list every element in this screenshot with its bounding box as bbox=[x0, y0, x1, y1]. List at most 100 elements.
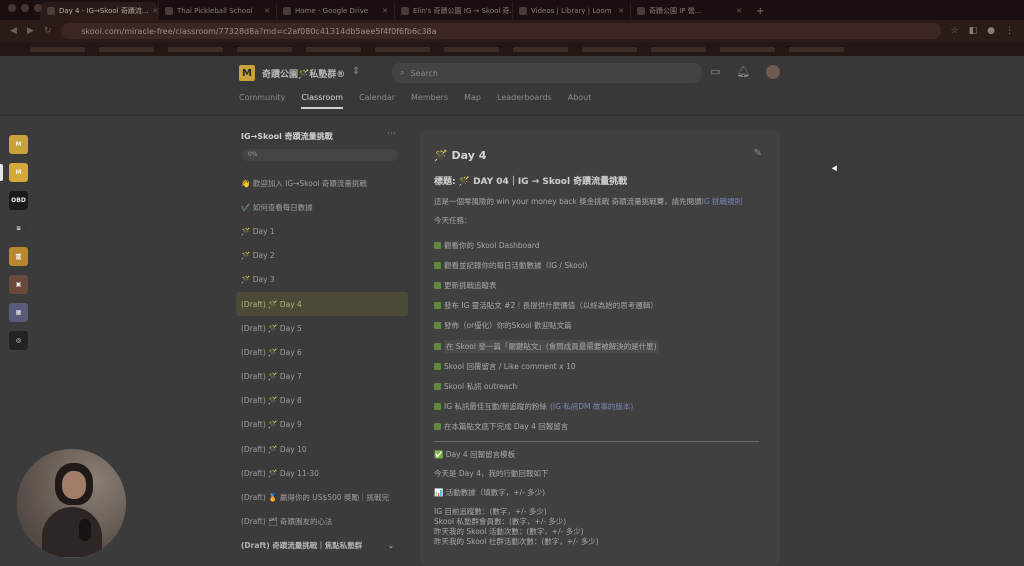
browser-tab-2[interactable]: Home - Google Drive ✕ bbox=[276, 2, 394, 20]
bell-icon[interactable]: 🔔︎ bbox=[736, 65, 750, 78]
group-name[interactable]: 奇蹟公園🪄私塾群® bbox=[262, 67, 345, 80]
lesson-label: (Draft) 🪄 Day 9 bbox=[241, 420, 302, 430]
bookmark-item[interactable] bbox=[582, 46, 637, 52]
lesson-label: (Draft) 🪄 Day 7 bbox=[241, 372, 302, 382]
lesson-item[interactable]: (Draft) 🪄 Day 9 bbox=[236, 413, 408, 437]
lesson-label: (Draft) 🪄 Day 5 bbox=[241, 323, 302, 333]
group-logo[interactable]: M bbox=[239, 65, 255, 81]
lesson-item[interactable]: (Draft) 🪄 Day 10 bbox=[236, 437, 408, 461]
bookmark-item[interactable] bbox=[99, 46, 154, 52]
back-icon[interactable]: ◀ bbox=[10, 26, 17, 36]
close-icon[interactable]: ✕ bbox=[382, 7, 388, 15]
browser-tab-5[interactable]: 奇蹟公園 IP 營... ✕ bbox=[630, 2, 748, 20]
window-controls[interactable] bbox=[8, 4, 42, 12]
task-item: 更新挑戰追蹤表 bbox=[434, 275, 764, 295]
lesson-label: 🪄 Day 2 bbox=[241, 251, 275, 261]
star-icon[interactable]: ☆ bbox=[951, 26, 959, 36]
lesson-item[interactable]: (Draft) 🗂 奇蹟園友的心法 bbox=[236, 510, 408, 534]
bookmark-item[interactable] bbox=[513, 46, 568, 52]
tab-calendar[interactable]: Calendar bbox=[359, 93, 395, 109]
edit-icon[interactable]: ✎ bbox=[754, 148, 762, 159]
tab-members[interactable]: Members bbox=[411, 93, 448, 109]
task-link[interactable]: (IG 私訊DM 故事的版本) bbox=[550, 401, 633, 412]
lesson-item[interactable]: (Draft) 🪄 Day 11-30 bbox=[236, 461, 408, 485]
activity-line: 昨天我的 Skool 活動次數：(數字，+/- 多少) bbox=[434, 526, 584, 536]
lesson-heading: 標題: 🪄 DAY 04｜IG → Skool 奇蹟流量挑戰 bbox=[434, 177, 628, 187]
menu-icon[interactable]: ⋮ bbox=[1005, 26, 1014, 36]
bookmark-item[interactable] bbox=[168, 46, 223, 52]
group-rail-item[interactable]: M bbox=[9, 163, 28, 182]
lesson-item[interactable]: 🪄 Day 1 bbox=[236, 219, 408, 243]
lesson-item[interactable]: (Draft) 🪄 Day 6 bbox=[236, 340, 408, 364]
site-header: M 奇蹟公園🪄私塾群® ⇕ ⌕ Search ▭ 🔔︎ Community Cla… bbox=[0, 56, 1024, 116]
more-icon[interactable]: ⋯ bbox=[387, 129, 396, 139]
browser-tab-1[interactable]: Thai Pickleball School ✕ bbox=[158, 2, 276, 20]
bookmark-item[interactable] bbox=[306, 46, 361, 52]
lesson-item[interactable]: (Draft) 🏅 贏得你的 US$500 獎勵｜挑戰完 bbox=[236, 485, 408, 509]
bookmark-item[interactable] bbox=[375, 46, 430, 52]
lesson-item[interactable]: (Draft) 🪄 Day 7 bbox=[236, 365, 408, 389]
browser-tab-3[interactable]: Elin's 奇蹟公園 IG → Skool 奇...✕ bbox=[394, 2, 512, 20]
avatar[interactable] bbox=[766, 65, 780, 79]
group-rail-item[interactable]: ≡ bbox=[9, 219, 28, 238]
group-switch-icon[interactable]: ⇕ bbox=[352, 66, 360, 77]
webcam-overlay bbox=[17, 449, 126, 558]
profile-icon[interactable]: ● bbox=[987, 26, 995, 36]
lesson-item[interactable]: (Draft) 🪄 Day 4 bbox=[236, 291, 408, 317]
skool-page: M 奇蹟公園🪄私塾群® ⇕ ⌕ Search ▭ 🔔︎ Community Cla… bbox=[0, 56, 1024, 566]
bookmark-item[interactable] bbox=[30, 46, 85, 52]
bookmark-item[interactable] bbox=[789, 46, 844, 52]
tab-about[interactable]: About bbox=[568, 93, 592, 109]
tab-leaderboards[interactable]: Leaderboards bbox=[497, 93, 552, 109]
tab-classroom[interactable]: Classroom bbox=[301, 93, 344, 109]
bookmark-item[interactable] bbox=[651, 46, 706, 52]
group-rail-item[interactable]: ▦ bbox=[9, 303, 28, 322]
favicon-icon bbox=[165, 7, 173, 15]
group-rail-item[interactable]: M bbox=[9, 135, 28, 154]
reload-icon[interactable]: ↻ bbox=[44, 26, 52, 36]
close-icon[interactable]: ✕ bbox=[618, 7, 624, 15]
task-text: 發佈（or優化）你的Skool 歡迎貼文篇 bbox=[444, 321, 572, 331]
browser-tab-4[interactable]: Videos | Library | Loom ✕ bbox=[512, 2, 630, 20]
bookmark-item[interactable] bbox=[720, 46, 775, 52]
rules-link[interactable]: IG 挑戰規則 bbox=[702, 197, 742, 206]
group-rail-item[interactable]: ▣ bbox=[9, 275, 28, 294]
chevron-down-icon[interactable]: ⌄ bbox=[388, 541, 394, 550]
lesson-item[interactable]: ✔️ 如何查看每日數據 bbox=[236, 195, 408, 219]
lesson-item[interactable]: (Draft) 🪄 Day 8 bbox=[236, 389, 408, 413]
extension-icon[interactable]: ◧ bbox=[969, 26, 978, 36]
lesson-label: (Draft) 🪄 Day 6 bbox=[241, 347, 302, 357]
new-tab-button[interactable]: + bbox=[756, 6, 764, 17]
search-input[interactable]: ⌕ Search bbox=[392, 63, 702, 83]
task-item: Skool 私訊 outreach bbox=[434, 376, 764, 396]
browser-tab-0[interactable]: Day 4 - IG→Skool 奇蹟流... ✕ bbox=[40, 2, 158, 20]
tab-community[interactable]: Community bbox=[239, 93, 285, 109]
group-rail-item[interactable]: 富 bbox=[9, 247, 28, 266]
search-icon: ⌕ bbox=[400, 68, 405, 77]
checkbox-icon bbox=[434, 403, 441, 411]
group-nav: Community Classroom Calendar Members Map… bbox=[239, 93, 591, 109]
chat-icon[interactable]: ▭ bbox=[710, 65, 720, 78]
task-text: Skool 回覆留言 / Like comment x 10 bbox=[444, 361, 576, 371]
lesson-item[interactable]: 👋 歡迎加入 IG→Skool 奇蹟流量挑戰 bbox=[236, 171, 408, 195]
lesson-label: (Draft) 🪄 Day 8 bbox=[241, 396, 302, 406]
forward-icon[interactable]: ▶ bbox=[27, 26, 34, 36]
close-icon[interactable]: ✕ bbox=[264, 7, 270, 15]
lesson-item[interactable]: (Draft) 🪄 Day 5 bbox=[236, 316, 408, 340]
checkbox-icon bbox=[434, 423, 441, 431]
checkbox-icon bbox=[434, 322, 441, 330]
group-rail-item[interactable]: ◎ bbox=[9, 331, 28, 350]
lesson-item[interactable]: 🪄 Day 2 bbox=[236, 244, 408, 268]
task-item: 觀看並記錄你的每日活動數據（IG / Skool） bbox=[434, 255, 764, 275]
close-icon[interactable]: ✕ bbox=[736, 7, 742, 15]
bookmark-item[interactable] bbox=[237, 46, 292, 52]
lesson-item[interactable]: (Draft) 奇蹟流量挑戰｜焦點私塾群 ⌄ bbox=[236, 534, 408, 558]
task-item: 在 Skool 發一篇「關鍵貼文」(會問成員最需要被解決的是什麼) bbox=[434, 336, 764, 356]
tab-map[interactable]: Map bbox=[464, 93, 481, 109]
tab-title: Elin's 奇蹟公園 IG → Skool 奇... bbox=[413, 7, 512, 15]
url-field[interactable]: skool.com/miracle-free/classroom/77328d8… bbox=[61, 23, 941, 39]
course-sidebar: IG→Skool 奇蹟流量挑戰 ⋯ 0% 👋 歡迎加入 IG→Skool 奇蹟流… bbox=[236, 122, 408, 566]
lesson-item[interactable]: 🪄 Day 3 bbox=[236, 268, 408, 292]
bookmark-item[interactable] bbox=[444, 46, 499, 52]
group-rail-item[interactable]: OBD bbox=[9, 191, 28, 210]
